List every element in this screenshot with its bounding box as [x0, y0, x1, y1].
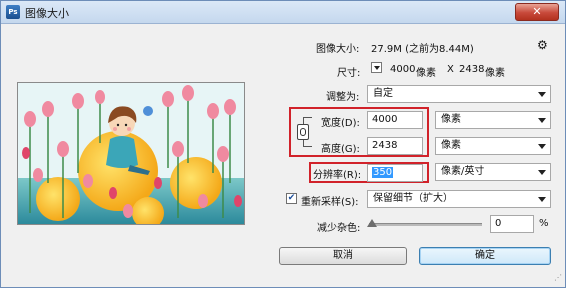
checkmark-icon: ✔	[287, 193, 296, 203]
chevron-down-icon	[374, 66, 380, 70]
resolution-input[interactable]: 350	[367, 164, 423, 182]
close-button[interactable]: ✕	[515, 3, 559, 21]
gear-icon[interactable]: ⚙	[537, 38, 548, 52]
dimensions-times: X	[447, 64, 454, 75]
width-input[interactable]: 4000	[367, 111, 423, 129]
fit-to-label: 调整为:	[326, 92, 360, 103]
dimensions-width: 4000	[390, 64, 416, 75]
chevron-down-icon	[538, 144, 546, 149]
constrain-proportions-link-icon[interactable]	[297, 124, 309, 140]
width-label: 宽度(D):	[321, 118, 360, 129]
reduce-noise-slider-thumb[interactable]	[367, 219, 377, 227]
resolution-label: 分辨率(R):	[313, 170, 362, 181]
reduce-noise-unit: %	[539, 218, 549, 229]
image-preview[interactable]	[17, 82, 245, 225]
chevron-down-icon	[538, 197, 546, 202]
preview-illustration	[18, 83, 244, 224]
fit-to-select[interactable]: 自定	[367, 85, 551, 103]
width-unit-value: 像素	[441, 114, 461, 125]
chevron-down-icon	[538, 118, 546, 123]
reduce-noise-input[interactable]: 0	[490, 215, 534, 233]
height-input[interactable]: 2438	[367, 137, 423, 155]
dimensions-unit-dropdown[interactable]	[371, 62, 382, 73]
resolution-value: 350	[372, 167, 394, 178]
window-title: 图像大小	[25, 7, 69, 20]
fit-to-value: 自定	[373, 88, 393, 99]
resample-method-select[interactable]: 保留细节（扩大）	[367, 190, 551, 208]
ok-button[interactable]: 确定	[419, 247, 551, 265]
height-label: 高度(G):	[321, 144, 360, 155]
image-size-value: 27.9M (之前为8.44M)	[371, 44, 474, 55]
link-bracket-top	[303, 117, 312, 124]
chevron-down-icon	[538, 92, 546, 97]
reduce-noise-slider-track[interactable]	[369, 223, 482, 226]
dimensions-height-unit: 像素	[485, 68, 505, 79]
resize-grip-icon[interactable]: ⋰	[554, 273, 562, 282]
resample-method-value: 保留细节（扩大）	[373, 193, 453, 204]
height-unit-value: 像素	[441, 140, 461, 151]
resolution-unit-value: 像素/英寸	[441, 166, 485, 177]
image-size-dialog: Ps 图像大小 ✕ 图像大小: 27.9M (之前为8.44M) ⚙ 尺寸: 4…	[0, 0, 566, 288]
dimensions-width-unit: 像素	[416, 68, 436, 79]
link-bracket-bottom	[303, 140, 312, 147]
dimensions-label: 尺寸:	[337, 68, 361, 79]
chevron-down-icon	[538, 170, 546, 175]
width-unit-select[interactable]: 像素	[435, 111, 551, 129]
photoshop-app-icon: Ps	[6, 5, 20, 19]
resample-checkbox[interactable]: ✔	[286, 193, 297, 204]
title-bar: Ps 图像大小 ✕	[1, 1, 565, 24]
height-unit-select[interactable]: 像素	[435, 137, 551, 155]
cancel-button[interactable]: 取消	[279, 247, 407, 265]
image-size-label: 图像大小:	[316, 44, 360, 55]
resample-label: 重新采样(S):	[301, 197, 359, 208]
reduce-noise-label: 减少杂色:	[317, 223, 361, 234]
resolution-unit-select[interactable]: 像素/英寸	[435, 163, 551, 181]
dimensions-height: 2438	[459, 64, 485, 75]
